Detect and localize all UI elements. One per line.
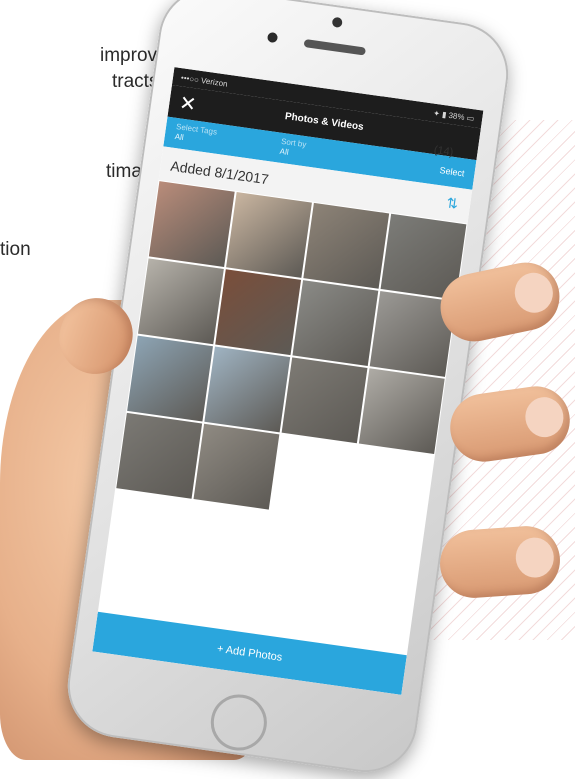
sort-filter[interactable]: Sort by All	[279, 137, 307, 160]
photo-thumbnail[interactable]	[292, 280, 379, 366]
add-photos-button[interactable]: + Add Photos	[92, 611, 407, 695]
fingernail	[514, 536, 556, 579]
sort-icon[interactable]: ⇅	[445, 194, 459, 212]
phone-device: •••○○ Verizon ✦ ▮ 38% ▭ ✕ Photos & Video…	[61, 0, 515, 779]
carrier-text: •••○○ Verizon	[180, 72, 229, 89]
photo-thumbnail[interactable]	[148, 181, 235, 268]
sensor-icon	[266, 31, 279, 44]
camera-icon	[331, 16, 343, 29]
tags-filter[interactable]: Select Tags All	[174, 122, 217, 147]
photo-thumbnail[interactable]	[281, 357, 368, 444]
speaker-grille	[303, 38, 367, 56]
photo-thumbnail[interactable]	[358, 368, 445, 455]
finger-lower	[437, 523, 563, 601]
photo-thumbnail[interactable]	[303, 202, 390, 289]
photo-thumbnail[interactable]	[127, 335, 213, 422]
photo-thumbnail[interactable]	[193, 423, 280, 510]
photo-thumbnail[interactable]	[204, 346, 291, 433]
select-button[interactable]: Select	[439, 165, 465, 178]
photo-thumbnail[interactable]	[137, 258, 224, 345]
photo-thumbnail[interactable]	[226, 192, 312, 278]
battery-text: ✦ ▮ 38% ▭	[432, 108, 475, 123]
photo-thumbnail[interactable]	[116, 412, 203, 499]
fingernail	[522, 394, 566, 440]
phone-screen: •••○○ Verizon ✦ ▮ 38% ▭ ✕ Photos & Video…	[92, 67, 484, 695]
fingernail	[511, 269, 557, 317]
photo-count: (14)	[433, 144, 455, 159]
home-button[interactable]	[207, 690, 271, 755]
photo-grid	[115, 180, 467, 532]
background-text-line: tion	[0, 239, 31, 260]
photo-thumbnail[interactable]	[215, 269, 302, 356]
